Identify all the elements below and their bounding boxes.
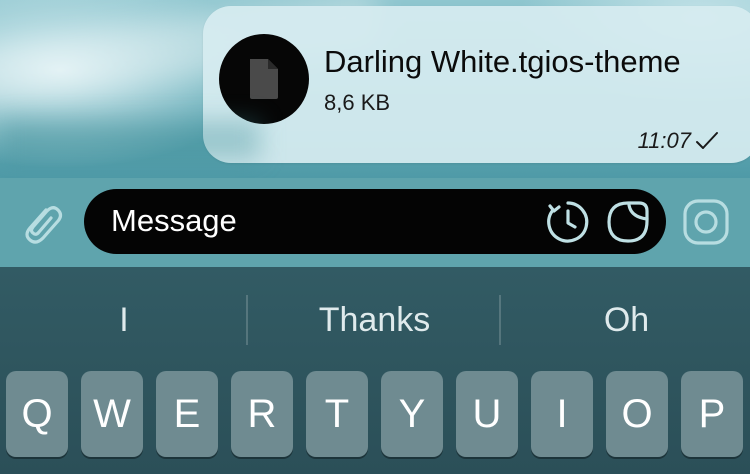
sticker-icon[interactable]: [605, 199, 651, 245]
key-e[interactable]: E: [156, 371, 218, 457]
file-download-button[interactable]: [219, 34, 309, 124]
chat-area: Darling White.tgios-theme 8,6 KB 11:07: [0, 0, 750, 178]
key-y[interactable]: Y: [381, 371, 443, 457]
key-p[interactable]: P: [681, 371, 743, 457]
key-r[interactable]: R: [231, 371, 293, 457]
key-i[interactable]: I: [531, 371, 593, 457]
file-name: Darling White.tgios-theme: [324, 44, 681, 79]
suggestion-2[interactable]: Thanks: [248, 297, 501, 343]
timer-icon[interactable]: [545, 199, 591, 245]
file-message-bubble[interactable]: Darling White.tgios-theme 8,6 KB 11:07: [203, 6, 750, 163]
check-icon: [696, 132, 718, 149]
file-icon: [250, 59, 278, 99]
key-q[interactable]: Q: [6, 371, 68, 457]
input-bar: Message: [0, 178, 750, 267]
key-o[interactable]: O: [606, 371, 668, 457]
message-input[interactable]: Message: [84, 189, 666, 254]
message-time: 11:07: [637, 128, 691, 153]
message-meta: 11:07: [638, 128, 719, 154]
camera-icon[interactable]: [681, 197, 731, 247]
file-size: 8,6 KB: [324, 90, 391, 115]
key-u[interactable]: U: [456, 371, 518, 457]
keyboard: I Thanks Oh Q W E R T Y U I O P: [0, 267, 750, 474]
suggestion-bar: I Thanks Oh: [0, 267, 750, 371]
suggestion-3[interactable]: Oh: [501, 297, 750, 343]
key-w[interactable]: W: [81, 371, 143, 457]
suggestion-1[interactable]: I: [0, 297, 248, 343]
key-t[interactable]: T: [306, 371, 368, 457]
paperclip-icon[interactable]: [16, 198, 66, 248]
message-placeholder: Message: [111, 203, 237, 238]
